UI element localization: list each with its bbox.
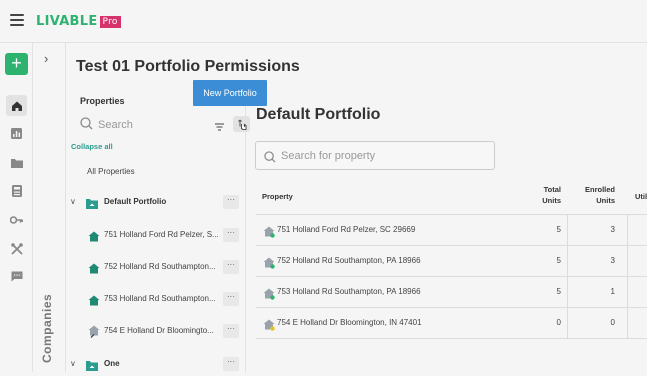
house-enrolled-icon [263, 287, 275, 300]
sort-button[interactable] [233, 116, 250, 132]
companies-panel: › Companies [33, 43, 66, 372]
chart-icon[interactable] [6, 123, 27, 144]
enrolled-units-value: 3 [610, 256, 615, 265]
key-icon[interactable] [6, 209, 27, 230]
house-icon [88, 261, 100, 274]
column-header-total-units[interactable]: Total Units [526, 184, 561, 206]
tree-item-default-portfolio[interactable]: ∨ Default Portfolio ··· [66, 193, 246, 213]
more-options-button[interactable]: ··· [223, 228, 239, 242]
divider [627, 308, 628, 339]
folder-icon[interactable] [6, 152, 27, 173]
tree-item-property[interactable]: 751 Holland Ford Rd Pelzer, S... ··· [66, 226, 246, 246]
tree-item-label: 752 Holland Rd Southampton... [104, 262, 216, 271]
home-icon[interactable] [6, 95, 27, 116]
tools-icon[interactable] [6, 238, 27, 259]
properties-search[interactable]: Search [78, 115, 250, 136]
new-portfolio-tooltip: New Portfolio [193, 80, 267, 106]
more-options-button[interactable]: ··· [223, 324, 239, 338]
enrolled-units-value: 0 [610, 318, 615, 327]
property-search-placeholder: Search for property [281, 150, 376, 162]
enrolled-units-value: 3 [610, 225, 615, 234]
page-title: Test 01 Portfolio Permissions [76, 58, 300, 75]
properties-panel: Properties Search Collapse all All Prope… [66, 88, 250, 375]
filter-icon[interactable] [215, 118, 224, 136]
header-line: Enrolled [584, 185, 615, 194]
table-row-divider [256, 338, 647, 372]
calculator-icon[interactable] [6, 180, 27, 201]
house-pending-icon [263, 318, 275, 331]
header-line: Units [596, 196, 615, 205]
table-row[interactable]: 752 Holland Rd Southampton, PA 18966 5 3 [256, 245, 647, 277]
property-address[interactable]: 754 E Holland Dr Bloomington, IN 47401 [277, 318, 422, 327]
properties-search-placeholder: Search [98, 119, 133, 131]
house-pending-icon [88, 325, 100, 338]
total-units-value: 5 [556, 225, 561, 234]
search-icon [80, 117, 93, 135]
more-options-button[interactable]: ··· [223, 195, 239, 209]
divider [567, 215, 568, 246]
divider [627, 277, 628, 308]
header-line: Total [543, 185, 561, 194]
properties-title: Properties [80, 96, 125, 106]
tree-item-label: Default Portfolio [104, 197, 167, 206]
brand-logo[interactable]: LIVABLE Pro [36, 14, 121, 29]
left-rail: + [0, 43, 33, 372]
tree-item-label: 754 E Holland Dr Bloomingto... [104, 326, 214, 335]
tree-item-label: 751 Holland Ford Rd Pelzer, S... [104, 230, 219, 239]
more-options-button[interactable]: ··· [223, 292, 239, 306]
tree-item-property[interactable]: 754 E Holland Dr Bloomingto... ··· [66, 322, 246, 342]
column-header-enrolled-units[interactable]: Enrolled Units [576, 184, 615, 206]
enrolled-units-value: 1 [610, 287, 615, 296]
add-button[interactable]: + [5, 53, 28, 75]
divider [567, 308, 568, 339]
chevron-down-icon[interactable]: ∨ [70, 359, 76, 368]
divider [567, 246, 568, 277]
companies-label[interactable]: Companies [40, 294, 54, 363]
tree-item-label: 753 Holland Rd Southampton... [104, 294, 216, 303]
tree-item-property[interactable]: 753 Holland Rd Southampton... ··· [66, 290, 246, 310]
portfolio-folder-icon [86, 196, 98, 209]
header-line: Units [542, 196, 561, 205]
more-options-button[interactable]: ··· [223, 357, 239, 371]
tree-item-one[interactable]: ∨ One ··· [66, 355, 246, 375]
top-bar: LIVABLE Pro [0, 0, 647, 43]
total-units-value: 5 [556, 287, 561, 296]
tree-item-property[interactable]: 752 Holland Rd Southampton... ··· [66, 258, 246, 278]
brand-name: LIVABLE [36, 14, 98, 29]
properties-table: Property Total Units Enrolled Units Util… [256, 178, 647, 372]
tree-item-label: One [104, 359, 120, 368]
portfolio-folder-icon [86, 358, 98, 371]
chevron-down-icon[interactable]: ∨ [70, 197, 76, 206]
hamburger-menu-icon[interactable] [10, 14, 24, 26]
chevron-right-icon[interactable]: › [44, 51, 48, 66]
divider [627, 246, 628, 277]
property-address[interactable]: 751 Holland Ford Rd Pelzer, SC 29669 [277, 225, 415, 234]
column-header-util[interactable]: Util [635, 191, 647, 202]
portfolio-title: Default Portfolio [256, 106, 381, 123]
column-header-property[interactable]: Property [262, 191, 293, 202]
table-row[interactable]: 751 Holland Ford Rd Pelzer, SC 29669 5 3 [256, 214, 647, 246]
divider [567, 277, 568, 308]
divider [627, 215, 628, 246]
house-enrolled-icon [263, 225, 275, 238]
property-address[interactable]: 753 Holland Rd Southampton, PA 18966 [277, 287, 421, 296]
all-properties-item[interactable]: All Properties [87, 167, 135, 176]
property-address[interactable]: 752 Holland Rd Southampton, PA 18966 [277, 256, 421, 265]
property-search-input[interactable]: Search for property [255, 141, 495, 170]
pro-badge: Pro [99, 16, 121, 28]
house-icon [88, 293, 100, 306]
table-row[interactable]: 753 Holland Rd Southampton, PA 18966 5 1 [256, 276, 647, 308]
total-units-value: 0 [556, 318, 561, 327]
search-icon [264, 150, 276, 168]
table-row[interactable]: 754 E Holland Dr Bloomington, IN 47401 0… [256, 307, 647, 339]
house-enrolled-icon [263, 256, 275, 269]
collapse-all-link[interactable]: Collapse all [71, 142, 113, 151]
total-units-value: 5 [556, 256, 561, 265]
chat-icon[interactable] [6, 266, 27, 287]
more-options-button[interactable]: ··· [223, 260, 239, 274]
house-icon [88, 229, 100, 242]
